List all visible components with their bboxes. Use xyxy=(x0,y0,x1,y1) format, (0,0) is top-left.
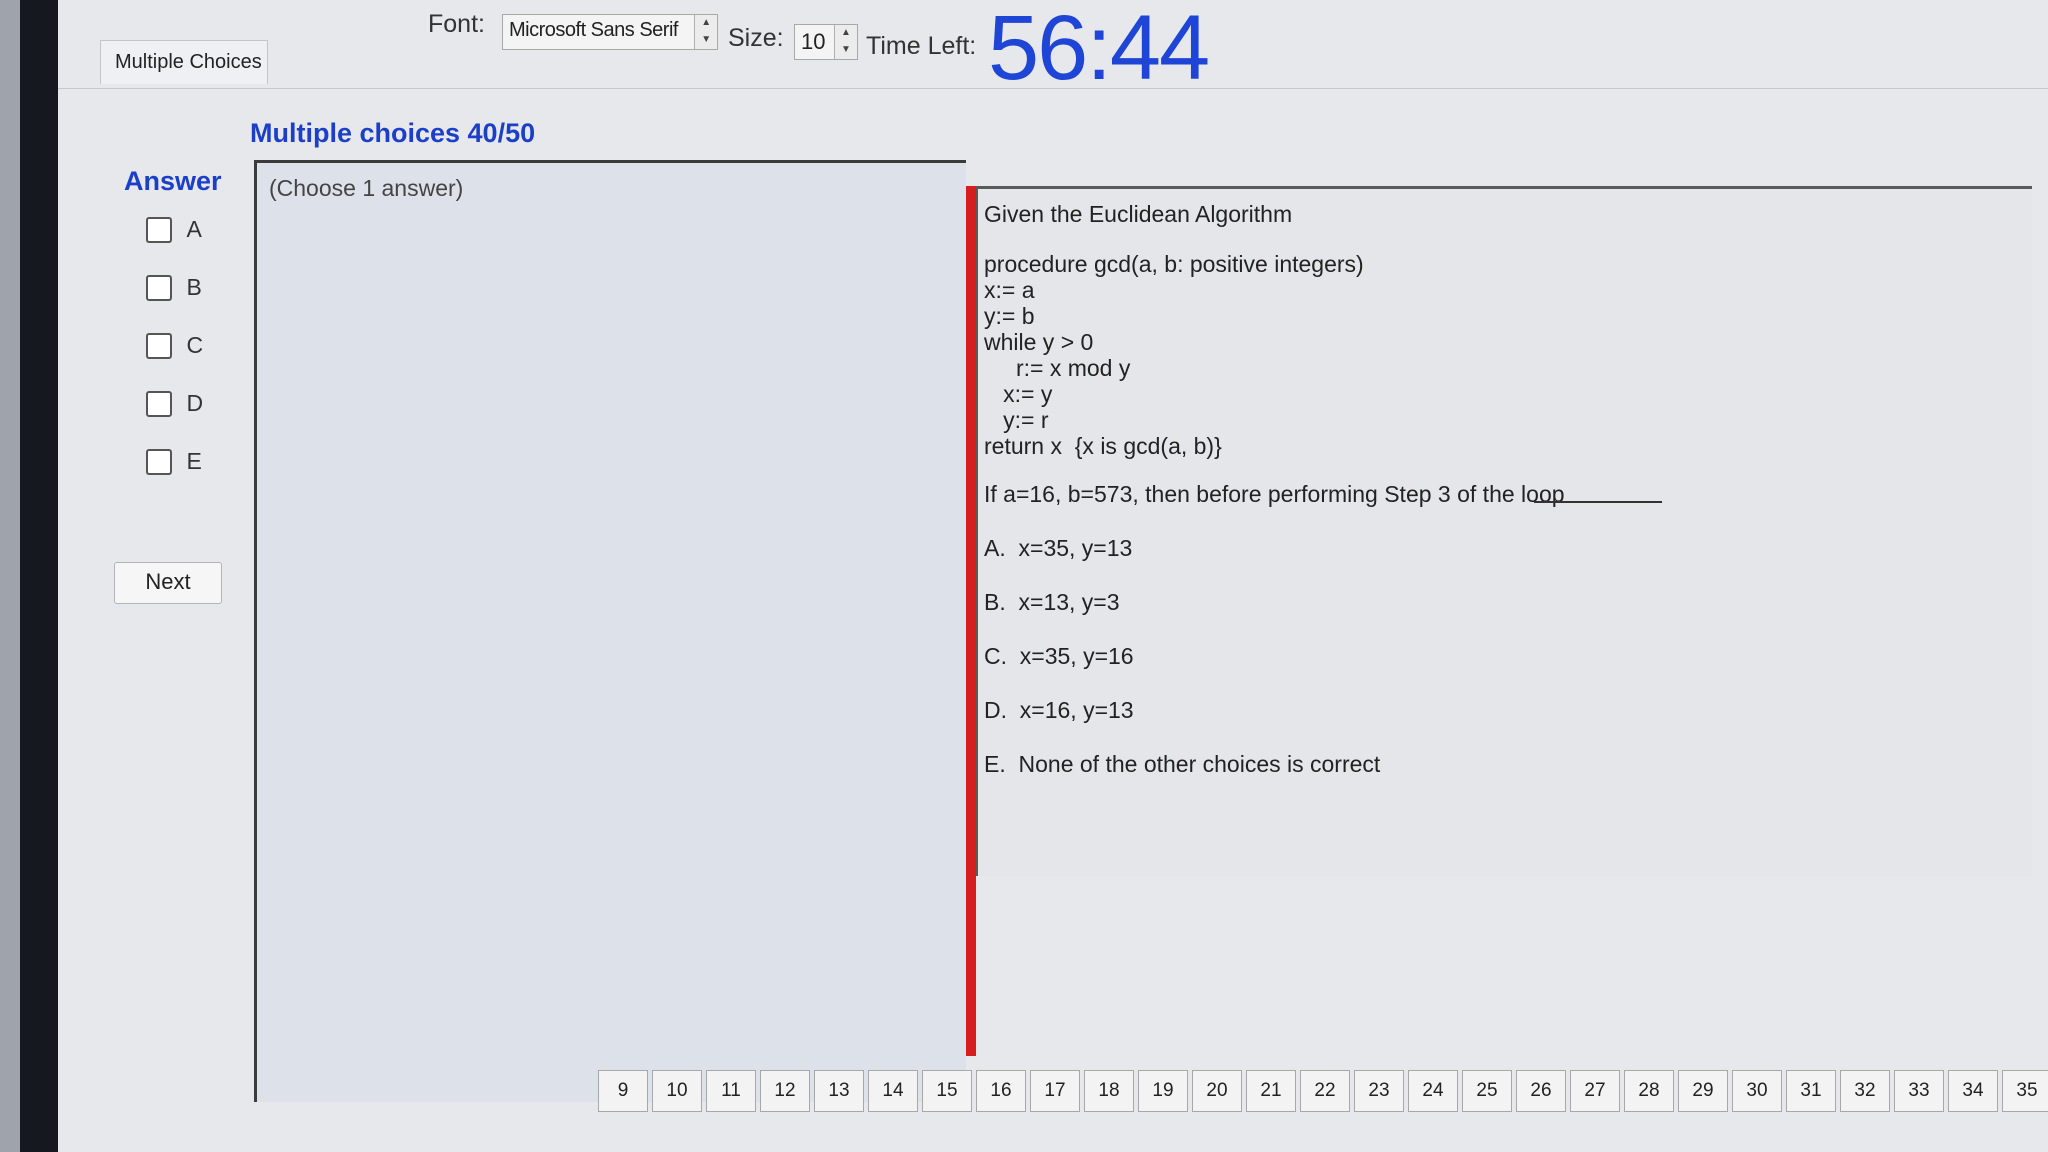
code-line: x:= y xyxy=(984,381,1053,407)
size-label: Size: xyxy=(728,24,784,52)
time-left-label: Time Left: xyxy=(866,32,977,60)
next-button[interactable]: Next xyxy=(114,562,222,604)
choose-instruction: (Choose 1 answer) xyxy=(269,175,464,201)
checkbox-e[interactable] xyxy=(146,448,172,475)
font-select[interactable]: Microsoft Sans Serif ▲ ▼ xyxy=(502,14,718,50)
answer-panel: (Choose 1 answer) xyxy=(254,160,966,1102)
spin-up-icon[interactable]: ▲ xyxy=(835,25,857,42)
choice-a-text: A. x=35, y=13 xyxy=(984,535,1133,561)
question-tab[interactable]: 25 xyxy=(1462,1070,1512,1112)
question-tab[interactable]: 35 xyxy=(2002,1070,2048,1112)
question-tab[interactable]: 34 xyxy=(1948,1070,1998,1112)
question-tab[interactable]: 20 xyxy=(1192,1070,1242,1112)
question-tab[interactable]: 9 xyxy=(598,1070,648,1112)
spin-down-icon[interactable]: ▼ xyxy=(835,42,857,59)
code-line: x:= a xyxy=(984,277,1035,303)
question-tab[interactable]: 16 xyxy=(976,1070,1026,1112)
question-tab[interactable]: 32 xyxy=(1840,1070,1890,1112)
code-line: y:= b xyxy=(984,303,1035,329)
toolbar: Font: Microsoft Sans Serif ▲ ▼ Size: 10 … xyxy=(58,0,2048,100)
code-line: return x {x is gcd(a, b)} xyxy=(984,433,1222,459)
option-a[interactable]: A xyxy=(146,216,202,246)
question-tab[interactable]: 19 xyxy=(1138,1070,1188,1112)
spin-up-icon[interactable]: ▲ xyxy=(695,15,717,32)
code-line: y:= r xyxy=(984,407,1049,433)
time-left-timer: 56:44 xyxy=(988,0,1210,99)
question-intro: Given the Euclidean Algorithm xyxy=(984,201,1293,227)
checkbox-b[interactable] xyxy=(146,274,172,301)
choice-b-text: B. x=13, y=3 xyxy=(984,589,1120,615)
option-d[interactable]: D xyxy=(146,390,203,420)
font-select-value: Microsoft Sans Serif xyxy=(509,19,678,41)
code-line: procedure gcd(a, b: positive integers) xyxy=(984,251,1364,277)
question-tab[interactable]: 31 xyxy=(1786,1070,1836,1112)
code-line: while y > 0 xyxy=(984,329,1094,355)
question-tab[interactable]: 13 xyxy=(814,1070,864,1112)
question-tab[interactable]: 22 xyxy=(1300,1070,1350,1112)
option-b-label: B xyxy=(186,274,202,300)
exam-window: Multiple Choices Font: Microsoft Sans Se… xyxy=(58,0,2048,1152)
size-spinner[interactable]: ▲ ▼ xyxy=(834,25,857,59)
question-tab[interactable]: 30 xyxy=(1732,1070,1782,1112)
section-title: Multiple choices 40/50 xyxy=(250,118,536,148)
option-a-label: A xyxy=(186,216,202,242)
option-c[interactable]: C xyxy=(146,332,203,362)
question-tab[interactable]: 15 xyxy=(922,1070,972,1112)
code-line: r:= x mod y xyxy=(984,355,1131,381)
question-tab[interactable]: 17 xyxy=(1030,1070,1080,1112)
question-tab[interactable]: 21 xyxy=(1246,1070,1296,1112)
monitor-bezel-edge xyxy=(0,0,20,1152)
question-tab[interactable]: 29 xyxy=(1678,1070,1728,1112)
question-tab[interactable]: 12 xyxy=(760,1070,810,1112)
option-d-label: D xyxy=(186,390,204,416)
option-b[interactable]: B xyxy=(146,274,202,304)
answer-heading: Answer xyxy=(124,166,222,196)
blank-underline xyxy=(1534,501,1662,503)
size-value: 10 xyxy=(801,29,826,54)
checkbox-a[interactable] xyxy=(146,216,172,243)
font-label: Font: xyxy=(428,10,485,38)
question-tab[interactable]: 23 xyxy=(1354,1070,1404,1112)
question-tab[interactable]: 27 xyxy=(1570,1070,1620,1112)
panel-divider[interactable] xyxy=(966,186,976,1056)
question-panel: Given the Euclidean Algorithm procedure … xyxy=(976,186,2032,876)
choice-d-text: D. x=16, y=13 xyxy=(984,697,1134,723)
font-spinner[interactable]: ▲ ▼ xyxy=(694,15,717,49)
spin-down-icon[interactable]: ▼ xyxy=(695,32,717,49)
question-tab[interactable]: 28 xyxy=(1624,1070,1674,1112)
checkbox-d[interactable] xyxy=(146,390,172,417)
question-tab[interactable]: 33 xyxy=(1894,1070,1944,1112)
choice-e-text: E. None of the other choices is correct xyxy=(984,751,1381,777)
question-tab[interactable]: 10 xyxy=(652,1070,702,1112)
question-tab[interactable]: 14 xyxy=(868,1070,918,1112)
choice-c-text: C. x=35, y=16 xyxy=(984,643,1134,669)
question-tab[interactable]: 26 xyxy=(1516,1070,1566,1112)
option-e[interactable]: E xyxy=(146,448,202,478)
size-stepper[interactable]: 10 ▲ ▼ xyxy=(794,24,858,60)
option-e-label: E xyxy=(186,448,202,474)
question-prompt: If a=16, b=573, then before performing S… xyxy=(984,481,1565,507)
option-c-label: C xyxy=(186,332,204,358)
question-tab[interactable]: 24 xyxy=(1408,1070,1458,1112)
checkbox-c[interactable] xyxy=(146,332,172,359)
question-tab[interactable]: 18 xyxy=(1084,1070,1134,1112)
question-tab[interactable]: 11 xyxy=(706,1070,756,1112)
